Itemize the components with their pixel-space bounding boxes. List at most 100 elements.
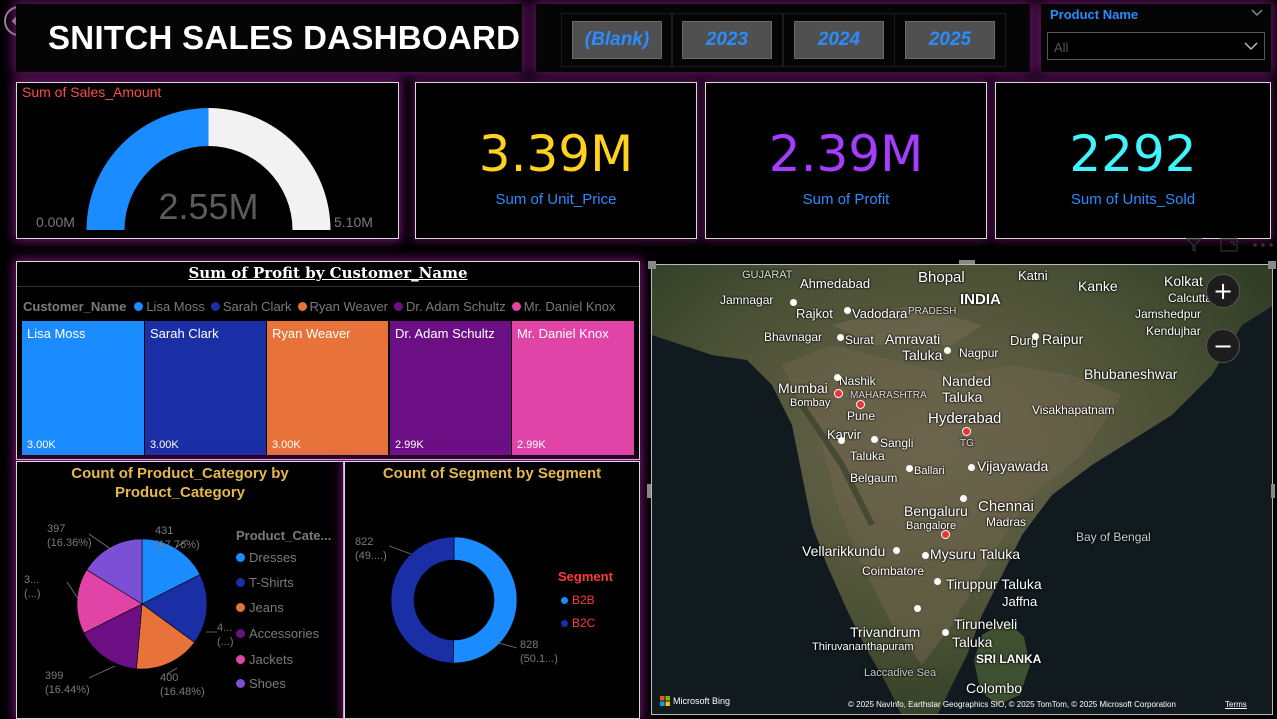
legend-item[interactable]: Jackets xyxy=(236,652,293,667)
resize-handle[interactable] xyxy=(647,484,651,498)
map-marker[interactable] xyxy=(893,547,900,554)
legend-label: Dresses xyxy=(249,550,297,565)
bing-logo: Microsoft Bing xyxy=(660,696,730,706)
year-slicer: (Blank) 2023 2024 2025 xyxy=(536,4,1030,72)
zoom-in-button[interactable]: + xyxy=(1206,274,1240,308)
legend-dot xyxy=(236,655,245,664)
map-marker[interactable] xyxy=(906,465,913,472)
year-option-2023[interactable]: 2023 xyxy=(671,13,783,67)
legend-item[interactable]: Sarah Clark xyxy=(210,299,292,314)
data-label: 822 (49....) xyxy=(355,535,387,563)
kpi-unit-price-card[interactable]: 3.39M Sum of Unit_Price xyxy=(415,82,697,239)
map-marker[interactable] xyxy=(838,437,845,444)
map-marker[interactable] xyxy=(942,629,949,636)
map-label: Raipur xyxy=(1042,331,1084,347)
map-marker[interactable] xyxy=(922,552,929,559)
product-category-pie-chart[interactable]: Count of Product_Category by Product_Cat… xyxy=(16,461,344,719)
kpi-profit-card[interactable]: 2.39M Sum of Profit xyxy=(705,82,987,239)
segment-donut-chart[interactable]: Count of Segment by Segment 828 (50.1...)… xyxy=(344,461,640,719)
map-marker[interactable] xyxy=(834,374,841,381)
map-label: PRADESH xyxy=(908,306,957,317)
zoom-out-button[interactable]: − xyxy=(1206,329,1240,363)
treemap-tile[interactable]: Dr. Adam Schultz 2.99K xyxy=(390,321,511,455)
kpi-value: 3.39M xyxy=(478,125,634,183)
year-option-2024[interactable]: 2024 xyxy=(783,13,895,67)
sales-amount-gauge[interactable]: Sum of Sales_Amount 2.55M 0.00M 5.10M xyxy=(16,82,399,239)
data-label: 397 (16.36%) xyxy=(47,522,92,550)
leader-line xyxy=(388,545,412,555)
resize-handle[interactable] xyxy=(1271,484,1275,498)
more-options-icon[interactable] xyxy=(1252,242,1274,248)
map-highlight-marker[interactable] xyxy=(856,400,865,409)
filter-icon[interactable] xyxy=(1186,238,1202,252)
tile-value: 3.00K xyxy=(27,439,56,451)
legend-label: Ryan Weaver xyxy=(309,299,389,314)
map-label: Jamnagar xyxy=(720,293,774,307)
year-option-label: 2023 xyxy=(682,21,772,59)
data-label-pct: (16.44%) xyxy=(45,684,90,696)
map-visual[interactable]: GUJARAT Bhopal Katni Kolkat Ahmedabad IN… xyxy=(651,264,1273,715)
data-label-value: 3... xyxy=(24,574,40,586)
legend-item[interactable]: Jeans xyxy=(236,600,284,615)
profit-by-customer-treemap[interactable]: Sum of Profit by Customer_Name Customer_… xyxy=(16,261,640,460)
terms-link[interactable]: Terms xyxy=(1225,700,1247,709)
product-slicer-label: Product Name xyxy=(1050,7,1139,22)
map-label: Mumbai xyxy=(778,380,828,396)
kpi-units-sold-card[interactable]: 2292 Sum of Units_Sold xyxy=(995,82,1271,239)
map-label: Belgaum xyxy=(850,471,898,485)
legend-item[interactable]: Lisa Moss xyxy=(134,299,205,314)
focus-mode-icon[interactable] xyxy=(1220,238,1238,252)
resize-handle[interactable] xyxy=(1268,261,1276,269)
legend-item[interactable]: B2B xyxy=(561,593,595,607)
legend-item[interactable]: T-Shirts xyxy=(236,575,294,590)
map-label: Nashik xyxy=(839,374,876,388)
map-highlight-marker[interactable] xyxy=(941,530,950,539)
map-label: Bhubaneshwar xyxy=(1084,366,1178,382)
legend-item[interactable]: Dresses xyxy=(236,550,297,565)
legend-label: Shoes xyxy=(249,676,286,691)
resize-handle[interactable] xyxy=(648,261,656,269)
pie-slice-b2b[interactable] xyxy=(452,536,518,664)
map-highlight-marker[interactable] xyxy=(962,427,971,436)
legend-dot xyxy=(236,629,245,638)
map-marker[interactable] xyxy=(960,495,967,502)
year-option-label: (Blank) xyxy=(572,21,662,59)
treemap-tile[interactable]: Lisa Moss 3.00K xyxy=(22,321,144,455)
tile-value: 3.00K xyxy=(150,439,179,451)
map-marker[interactable] xyxy=(844,307,851,314)
year-option-2025[interactable]: 2025 xyxy=(894,13,1006,67)
map-marker[interactable] xyxy=(1032,333,1039,340)
pie-slice-b2c[interactable] xyxy=(390,536,455,664)
legend-label: Accessories xyxy=(249,626,320,641)
legend-item[interactable]: Ryan Weaver xyxy=(297,299,389,314)
legend-item[interactable]: Dr. Adam Schultz xyxy=(394,299,506,314)
chevron-down-icon[interactable] xyxy=(1251,8,1263,18)
kpi-label: Sum of Profit xyxy=(802,191,890,208)
legend-item[interactable]: B2C xyxy=(561,616,595,630)
treemap-tile[interactable]: Mr. Daniel Knox 2.99K xyxy=(512,321,634,455)
map-marker[interactable] xyxy=(968,464,975,471)
map-label: GUJARAT xyxy=(742,269,793,281)
map-marker[interactable] xyxy=(934,578,941,585)
map-highlight-marker[interactable] xyxy=(834,389,843,398)
map-marker[interactable] xyxy=(790,299,797,306)
legend-item[interactable]: Shoes xyxy=(236,676,286,691)
legend-item[interactable]: Mr. Daniel Knox xyxy=(511,299,616,314)
resize-handle[interactable] xyxy=(959,260,975,264)
map-marker[interactable] xyxy=(837,334,844,341)
year-option-label: 2024 xyxy=(794,21,884,59)
map-marker[interactable] xyxy=(871,436,878,443)
map-label: Pune xyxy=(847,409,876,423)
legend-label: Jeans xyxy=(249,600,284,615)
legend-label: Lisa Moss xyxy=(146,299,205,314)
treemap-tile[interactable]: Sarah Clark 3.00K xyxy=(145,321,266,455)
map-marker[interactable] xyxy=(914,605,921,612)
product-dropdown[interactable]: All xyxy=(1047,32,1265,60)
legend-item[interactable]: Accessories xyxy=(236,626,319,641)
treemap-tile[interactable]: Ryan Weaver 3.00K xyxy=(267,321,388,455)
treemap-legend: Customer_Name Lisa Moss Sarah Clark Ryan… xyxy=(23,299,622,314)
data-label-value: 400 xyxy=(160,672,179,684)
year-option-blank[interactable]: (Blank) xyxy=(561,13,673,67)
data-label-pct: (...) xyxy=(24,588,41,600)
map-marker[interactable] xyxy=(944,347,951,354)
